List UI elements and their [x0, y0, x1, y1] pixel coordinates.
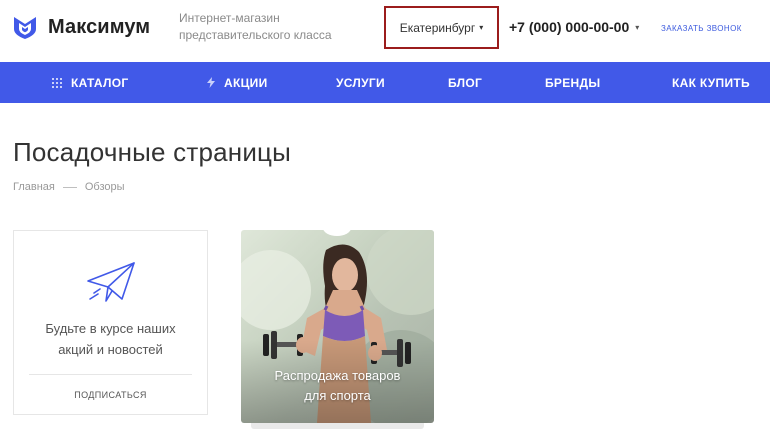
- breadcrumb-current: Обзоры: [84, 181, 125, 193]
- nav-item-label: КАТАЛОГ: [71, 75, 129, 90]
- subscribe-text: Будьте в курсе наших акций и новостей: [14, 318, 207, 360]
- nav-item-promo[interactable]: АКЦИИ: [207, 62, 268, 103]
- promo-caption-line: для спорта: [304, 388, 371, 403]
- nav-item-label: БЛОГ: [448, 75, 483, 90]
- breadcrumb: Главная Обзоры: [13, 181, 125, 193]
- nav-item-label: КАК КУПИТЬ: [672, 75, 750, 90]
- chevron-down-icon: ▾: [635, 22, 640, 32]
- city-label: Екатеринбург: [399, 20, 476, 35]
- page-title: Посадочные страницы: [13, 137, 292, 167]
- subscribe-card: Будьте в курсе наших акций и новостей ПО…: [13, 230, 208, 415]
- nav-item-brands[interactable]: БРЕНДЫ: [545, 62, 600, 103]
- promo-card[interactable]: Распродажа товаров для спорта: [241, 230, 434, 423]
- logo-icon: [14, 17, 36, 39]
- promo-caption: Распродажа товаров для спорта: [241, 366, 434, 406]
- subscribe-text-line: акций и новостей: [58, 342, 163, 357]
- nav-item-services[interactable]: УСЛУГИ: [336, 62, 385, 103]
- subscribe-button[interactable]: ПОДПИСАТЬСЯ: [14, 390, 207, 400]
- phone-number: +7 (000) 000-00-00: [509, 19, 630, 35]
- city-selector[interactable]: Екатеринбург ▾: [384, 6, 499, 49]
- promo-caption-line: Распродажа товаров: [274, 368, 401, 383]
- chevron-down-icon: ▾: [479, 23, 484, 32]
- nav-item-blog[interactable]: БЛОГ: [448, 62, 482, 103]
- divider: [29, 374, 192, 375]
- main-nav: КАТАЛОГ АКЦИИ УСЛУГИ БЛОГ БРЕНДЫ КАК КУП…: [0, 62, 770, 103]
- paper-plane-icon: [86, 261, 136, 308]
- nav-item-label: АКЦИИ: [224, 75, 268, 90]
- nav-item-catalog[interactable]: КАТАЛОГ: [52, 62, 128, 103]
- nav-item-label: УСЛУГИ: [336, 75, 385, 90]
- nav-item-label: БРЕНДЫ: [545, 75, 601, 90]
- promo-card-shadow: [251, 423, 424, 429]
- nav-item-how-to-buy[interactable]: КАК КУПИТЬ: [672, 62, 750, 103]
- logo-text: Максимум: [48, 15, 151, 38]
- breadcrumb-separator: [62, 186, 77, 188]
- subscribe-text-line: Будьте в курсе наших: [45, 321, 176, 336]
- grid-icon: [52, 77, 62, 88]
- phone-dropdown[interactable]: +7 (000) 000-00-00 ▾: [509, 19, 639, 35]
- site-header: Максимум Интернет-магазин представительс…: [0, 0, 770, 62]
- callback-link[interactable]: Заказать звонок: [661, 24, 742, 33]
- breadcrumb-home-link[interactable]: Главная: [13, 181, 55, 193]
- logo[interactable]: Максимум: [12, 14, 150, 40]
- lightning-icon: [207, 77, 215, 88]
- site-tagline: Интернет-магазин представительского клас…: [179, 11, 332, 42]
